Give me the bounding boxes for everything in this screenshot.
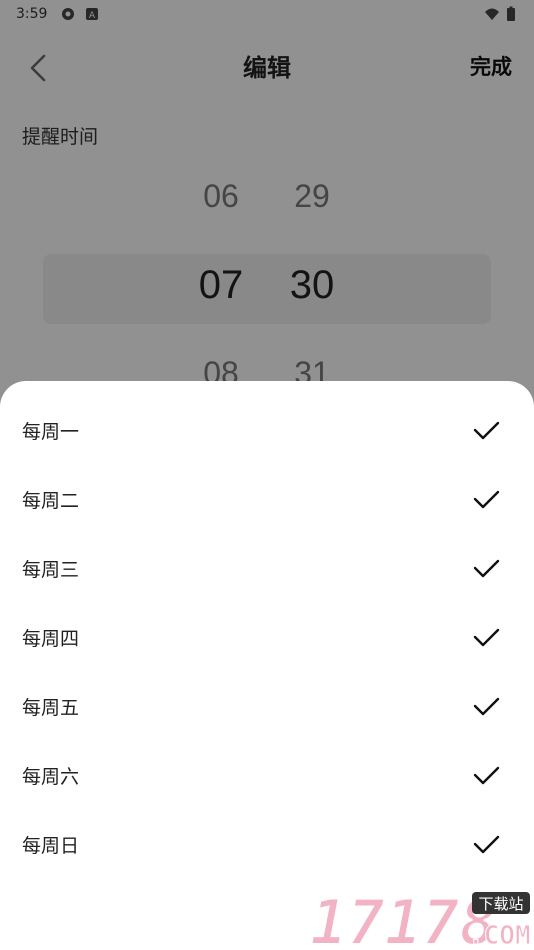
repeat-option-sunday[interactable]: 每周日 (0, 809, 534, 878)
option-label: 每周六 (22, 766, 80, 788)
site-watermark-logo: 17178 下载站 .COM (309, 885, 531, 950)
svg-text:.COM: .COM (468, 921, 531, 950)
repeat-days-sheet: 每周一 每周二 每周三 每周四 每周五 每周六 每周日 (0, 381, 534, 950)
checkmark-icon (473, 766, 500, 785)
checkmark-icon (473, 835, 500, 854)
checkmark-icon (473, 490, 500, 509)
repeat-option-monday[interactable]: 每周一 (0, 395, 534, 464)
checkmark-icon (473, 559, 500, 578)
option-label: 每周四 (22, 628, 80, 650)
checkmark-icon (473, 628, 500, 647)
svg-text:下载站: 下载站 (478, 895, 523, 913)
repeat-option-tuesday[interactable]: 每周二 (0, 464, 534, 533)
option-label: 每周一 (22, 421, 80, 443)
option-label: 每周日 (22, 835, 80, 857)
option-label: 每周三 (22, 559, 80, 581)
checkmark-icon (473, 697, 500, 716)
checkmark-icon (473, 421, 500, 440)
repeat-option-friday[interactable]: 每周五 (0, 671, 534, 740)
repeat-option-wednesday[interactable]: 每周三 (0, 533, 534, 602)
option-label: 每周二 (22, 490, 80, 512)
option-label: 每周五 (22, 697, 80, 719)
repeat-option-saturday[interactable]: 每周六 (0, 740, 534, 809)
repeat-option-thursday[interactable]: 每周四 (0, 602, 534, 671)
